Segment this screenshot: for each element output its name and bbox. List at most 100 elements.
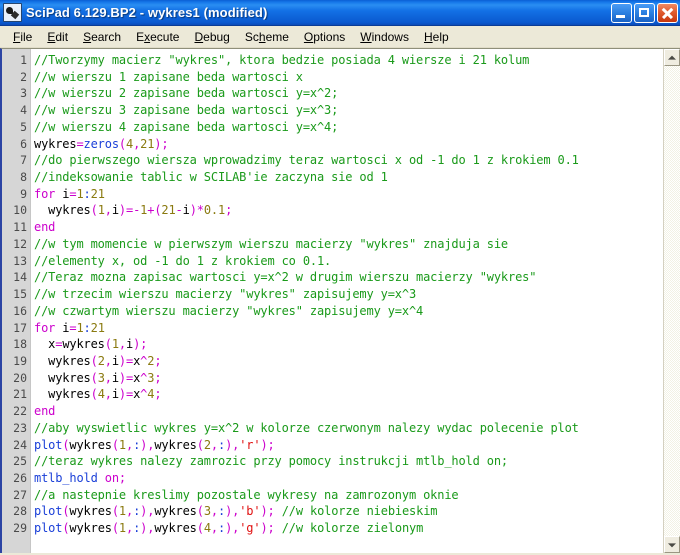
scroll-up-button[interactable] <box>664 49 680 66</box>
line-number: 3 <box>20 86 27 101</box>
code-token: wykres <box>69 521 112 536</box>
menu-item-help[interactable]: Help <box>417 28 457 46</box>
code-line: wykres(4,i)=x^4; <box>34 386 663 403</box>
minimize-button[interactable] <box>611 2 632 23</box>
code-token: , <box>104 387 112 402</box>
code-token: ( <box>90 203 98 218</box>
code-line: wykres(1,i)=-1+(21-i)*0.1; <box>34 202 663 219</box>
code-line: mtlb_hold on; <box>34 470 663 487</box>
code-token: 21 <box>140 136 155 151</box>
code-text-area[interactable]: //Tworzymy macierz "wykres", ktora bedzi… <box>31 49 663 553</box>
menu-bar: File Edit Search Execute Debug Scheme Options W… <box>0 26 680 48</box>
code-token: i <box>111 203 119 218</box>
line-number: 21 <box>13 387 27 402</box>
code-token: ( <box>90 353 98 368</box>
code-line: //w wierszu 1 zapisane beda wartosci x <box>34 69 663 86</box>
menu-item-windows[interactable]: Windows <box>353 28 417 46</box>
line-number: 29 <box>13 521 27 536</box>
code-token: 3 <box>203 504 211 519</box>
line-number: 2 <box>20 69 27 84</box>
code-line: end <box>34 219 663 236</box>
code-token: i <box>55 186 70 201</box>
code-line: //indeksowanie tablic w SCILAB'ie zaczyn… <box>34 169 663 186</box>
code-token: ( <box>90 387 98 402</box>
code-token: ( <box>196 521 204 536</box>
code-token: 21 <box>161 203 176 218</box>
code-token: ) <box>118 353 126 368</box>
line-number: 10 <box>13 203 27 218</box>
menu-item-execute[interactable]: Execute <box>129 28 187 46</box>
code-token: //Teraz mozna zapisac wartosci y=x^2 w d… <box>34 270 537 285</box>
code-line: wykres(2,i)=x^2; <box>34 353 663 370</box>
code-token: for <box>34 186 56 201</box>
code-token: , <box>104 370 112 385</box>
code-token: end <box>34 220 56 235</box>
menu-item-options[interactable]: Options <box>297 28 353 46</box>
code-token: //w wierszu 4 zapisane beda wartosci y=x… <box>34 119 339 134</box>
code-token: //elementy x, od -1 do 1 z krokiem co 0.… <box>34 253 332 268</box>
menu-item-search[interactable]: Search <box>76 28 129 46</box>
code-token: : <box>83 320 91 335</box>
code-token: //a nastepnie kreslimy pozostale wykresy… <box>34 487 459 502</box>
line-number: 18 <box>13 337 27 352</box>
maximize-button[interactable] <box>634 2 655 23</box>
code-token: 'r' <box>239 437 261 452</box>
code-token: - <box>175 203 183 218</box>
code-token: wykres <box>154 504 197 519</box>
code-token: 1 <box>97 203 105 218</box>
menu-item-scheme[interactable]: Scheme <box>238 28 297 46</box>
scrollbar-track[interactable] <box>664 66 680 536</box>
code-line: //w wierszu 4 zapisane beda wartosci y=x… <box>34 119 663 136</box>
vertical-scrollbar[interactable] <box>663 49 680 553</box>
code-token: ( <box>111 521 119 536</box>
window-controls <box>611 2 678 23</box>
title-bar[interactable]: SciPad 6.129.BP2 - wykres1 (modified) <box>0 0 680 26</box>
code-token: wykres <box>34 387 91 402</box>
code-line: //Teraz mozna zapisac wartosci y=x^2 w d… <box>34 269 663 286</box>
code-line: //do pierwszego wiersza wprowadzimy tera… <box>34 152 663 169</box>
code-token: //do pierwszego wiersza wprowadzimy tera… <box>34 153 579 168</box>
code-token: 1 <box>118 504 126 519</box>
code-token: i <box>111 353 119 368</box>
code-token: , <box>210 521 218 536</box>
code-token: 21 <box>90 186 105 201</box>
menu-item-file[interactable]: File <box>6 28 40 46</box>
code-line: //a nastepnie kreslimy pozostale wykresy… <box>34 487 663 504</box>
code-token: //Tworzymy macierz "wykres", ktora bedzi… <box>34 53 530 67</box>
scroll-down-button[interactable] <box>664 536 680 553</box>
code-token: 1 <box>76 186 84 201</box>
code-token: wykres <box>34 136 77 151</box>
line-number: 12 <box>13 236 27 251</box>
code-token: ( <box>111 437 119 452</box>
close-button[interactable] <box>657 2 678 23</box>
code-token: i <box>55 320 70 335</box>
menu-item-edit[interactable]: Edit <box>40 28 76 46</box>
line-number: 5 <box>20 119 27 134</box>
code-token: , <box>104 203 112 218</box>
line-number: 6 <box>20 136 27 151</box>
code-token: = <box>76 136 84 151</box>
code-token: 4 <box>125 136 134 151</box>
code-token: 1 <box>118 437 126 452</box>
code-token: wykres <box>69 504 112 519</box>
code-line: for i=1:21 <box>34 320 663 337</box>
code-line: wykres(3,i)=x^3; <box>34 370 663 387</box>
code-token: ( <box>104 337 112 352</box>
code-token: 2 <box>203 437 211 452</box>
code-token: i <box>111 370 119 385</box>
line-number: 7 <box>20 153 27 168</box>
code-token: //w czwartym wierszu macierzy "wykres" z… <box>34 303 424 318</box>
code-token: ; <box>225 203 233 218</box>
code-token: wykres <box>34 353 91 368</box>
code-line: //elementy x, od -1 do 1 z krokiem co 0.… <box>34 253 663 270</box>
code-line: //w czwartym wierszu macierzy "wykres" z… <box>34 303 663 320</box>
code-token: , <box>104 353 112 368</box>
code-line: x=wykres(1,i); <box>34 336 663 353</box>
line-number: 24 <box>13 437 27 452</box>
code-token: 'b' <box>239 504 261 519</box>
line-number: 22 <box>13 404 27 419</box>
code-token: , <box>210 437 218 452</box>
code-token: 21 <box>90 320 105 335</box>
menu-item-debug[interactable]: Debug <box>187 28 237 46</box>
code-token: i <box>182 203 190 218</box>
